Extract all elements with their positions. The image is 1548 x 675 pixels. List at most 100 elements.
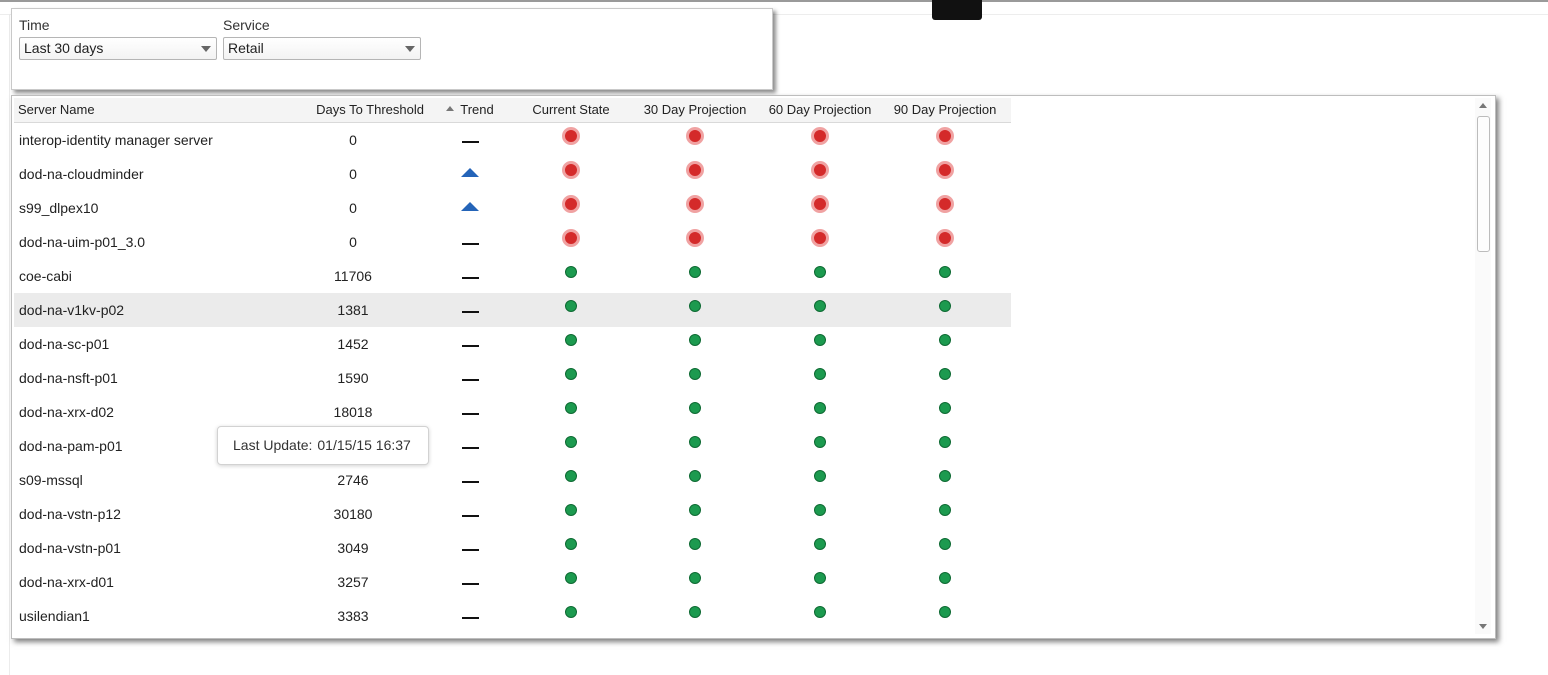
status-ok-icon <box>814 266 826 279</box>
trend-flat-icon <box>461 345 479 348</box>
current-state-cell <box>508 599 634 633</box>
trend-cell <box>432 531 508 565</box>
service-select[interactable]: Retail <box>223 37 421 60</box>
days-to-threshold-cell: 1590 <box>337 370 369 386</box>
header-server-name[interactable]: Server Name <box>14 98 274 122</box>
status-ok-icon <box>939 402 951 415</box>
header-current-state[interactable]: Current State <box>508 98 634 122</box>
status-ok-icon <box>814 300 826 313</box>
projection-90-cell <box>884 497 1006 531</box>
table-row[interactable]: dod-na-vstn-p01 3049 <box>14 531 1011 565</box>
projection-60-cell <box>756 497 884 531</box>
header-90-day-projection[interactable]: 90 Day Projection <box>884 98 1006 122</box>
projection-90-cell <box>884 157 1006 191</box>
trend-cell <box>432 497 508 531</box>
status-ok-icon <box>939 606 951 619</box>
table-row[interactable]: dod-na-v1kv-p02 1381 <box>14 293 1011 327</box>
vertical-scrollbar[interactable] <box>1475 98 1491 634</box>
projection-90-cell <box>884 531 1006 565</box>
projection-60-cell <box>756 191 884 225</box>
header-trend[interactable]: Trend <box>432 98 508 122</box>
server-name-cell: dod-na-vstn-p01 <box>19 540 121 556</box>
status-ok-icon <box>814 504 826 517</box>
projection-90-cell <box>884 123 1006 157</box>
table-row[interactable]: dod-na-pam-p01 <box>14 429 1011 463</box>
projection-90-cell <box>884 565 1006 599</box>
trend-cell <box>432 123 508 157</box>
dark-tab-button[interactable] <box>932 0 982 20</box>
status-ok-icon <box>565 368 577 381</box>
current-state-cell <box>508 259 634 293</box>
header-60-day-projection[interactable]: 60 Day Projection <box>756 98 884 122</box>
current-state-cell <box>508 191 634 225</box>
current-state-cell <box>508 565 634 599</box>
status-ok-icon <box>689 504 701 517</box>
table-row[interactable]: dod-na-xrx-d01 3257 <box>14 565 1011 599</box>
server-name-cell: s99_dlpex10 <box>19 200 99 216</box>
last-update-tooltip: Last Update: 01/15/15 16:37 <box>217 426 429 465</box>
status-critical-icon <box>562 127 580 146</box>
table-row[interactable]: s09-mssql 2746 <box>14 463 1011 497</box>
table-row[interactable]: coe-cabi 11706 <box>14 259 1011 293</box>
top-border <box>0 0 1548 2</box>
projection-30-cell <box>634 463 756 497</box>
table-row[interactable]: dod-na-xrx-d02 18018 <box>14 395 1011 429</box>
trend-flat-icon <box>461 549 479 552</box>
trend-cell <box>432 157 508 191</box>
table-row[interactable]: dod-na-vstn-p12 30180 <box>14 497 1011 531</box>
trend-flat-icon <box>461 515 479 518</box>
projection-30-cell <box>634 225 756 259</box>
projection-60-cell <box>756 327 884 361</box>
status-ok-icon <box>814 470 826 483</box>
current-state-cell <box>508 497 634 531</box>
current-state-cell <box>508 395 634 429</box>
status-ok-icon <box>939 368 951 381</box>
table-row[interactable]: dod-na-uim-p01_3.0 0 <box>14 225 1011 259</box>
projection-90-cell <box>884 293 1006 327</box>
scroll-thumb[interactable] <box>1477 116 1490 252</box>
trend-flat-icon <box>461 141 479 144</box>
status-ok-icon <box>939 538 951 551</box>
table-row[interactable]: s99_dlpex10 0 <box>14 191 1011 225</box>
projection-60-cell <box>756 259 884 293</box>
status-ok-icon <box>689 538 701 551</box>
projection-30-cell <box>634 395 756 429</box>
status-ok-icon <box>565 470 577 483</box>
status-ok-icon <box>939 436 951 449</box>
status-ok-icon <box>565 504 577 517</box>
server-name-cell: s09-mssql <box>19 472 83 488</box>
days-to-threshold-cell: 0 <box>349 200 357 216</box>
server-name-cell: dod-na-vstn-p12 <box>19 506 121 522</box>
trend-cell <box>432 293 508 327</box>
projection-30-cell <box>634 327 756 361</box>
status-ok-icon <box>939 470 951 483</box>
projection-30-cell <box>634 531 756 565</box>
projection-90-cell <box>884 259 1006 293</box>
time-select[interactable]: Last 30 days <box>19 37 217 60</box>
trend-flat-icon <box>461 413 479 416</box>
status-critical-icon <box>936 127 954 146</box>
server-name-cell: dod-na-uim-p01_3.0 <box>19 234 146 250</box>
status-ok-icon <box>689 436 701 449</box>
projection-30-cell <box>634 191 756 225</box>
chevron-down-icon <box>201 46 211 52</box>
scroll-up-icon[interactable] <box>1479 103 1487 108</box>
status-ok-icon <box>814 334 826 347</box>
days-to-threshold-cell: 18018 <box>333 404 373 420</box>
scroll-down-icon[interactable] <box>1479 624 1487 629</box>
table-row[interactable]: usilendian1 3383 <box>14 599 1011 633</box>
status-critical-icon <box>686 195 704 214</box>
header-30-day-projection[interactable]: 30 Day Projection <box>634 98 756 122</box>
table-row[interactable]: interop-identity manager server 0 <box>14 123 1011 157</box>
status-critical-icon <box>811 229 829 248</box>
status-critical-icon <box>562 195 580 214</box>
projection-30-cell <box>634 599 756 633</box>
table-row[interactable]: dod-na-cloudminder 0 <box>14 157 1011 191</box>
table-row[interactable]: dod-na-nsft-p01 1590 <box>14 361 1011 395</box>
table-row[interactable]: dod-na-sc-p01 1452 <box>14 327 1011 361</box>
header-days-to-threshold[interactable]: Days To Threshold <box>274 98 432 122</box>
current-state-cell <box>508 293 634 327</box>
current-state-cell <box>508 361 634 395</box>
status-ok-icon <box>689 606 701 619</box>
status-ok-icon <box>814 368 826 381</box>
